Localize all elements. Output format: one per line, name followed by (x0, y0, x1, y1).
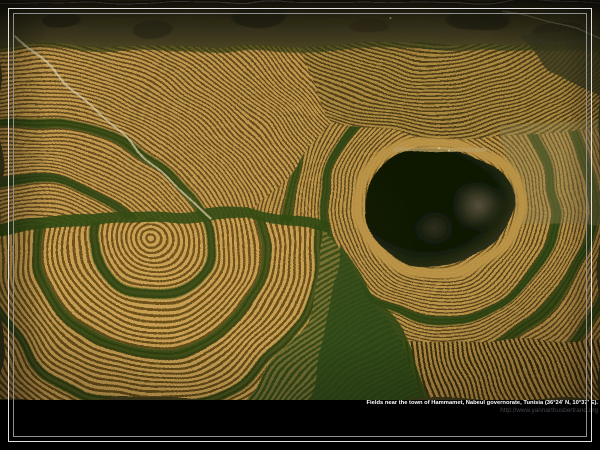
building-speck (449, 147, 451, 149)
fields-layer (0, 0, 600, 400)
aerial-photo (0, 0, 600, 400)
grove-rocky-clearing2 (410, 211, 455, 248)
ridge-road (0, 2, 600, 3)
scrub-ridge (0, 0, 600, 46)
grove-rocky-clearing (448, 179, 505, 232)
building-speck (390, 18, 392, 20)
building-speck (439, 145, 442, 147)
wallpaper-root: Fields near the town of Hammamet, Nabeul… (0, 0, 600, 450)
photo-credit-url: http://www.yannarthusbertrand.org (500, 407, 598, 414)
photo-caption: Fields near the town of Hammamet, Nabeul… (367, 400, 599, 407)
